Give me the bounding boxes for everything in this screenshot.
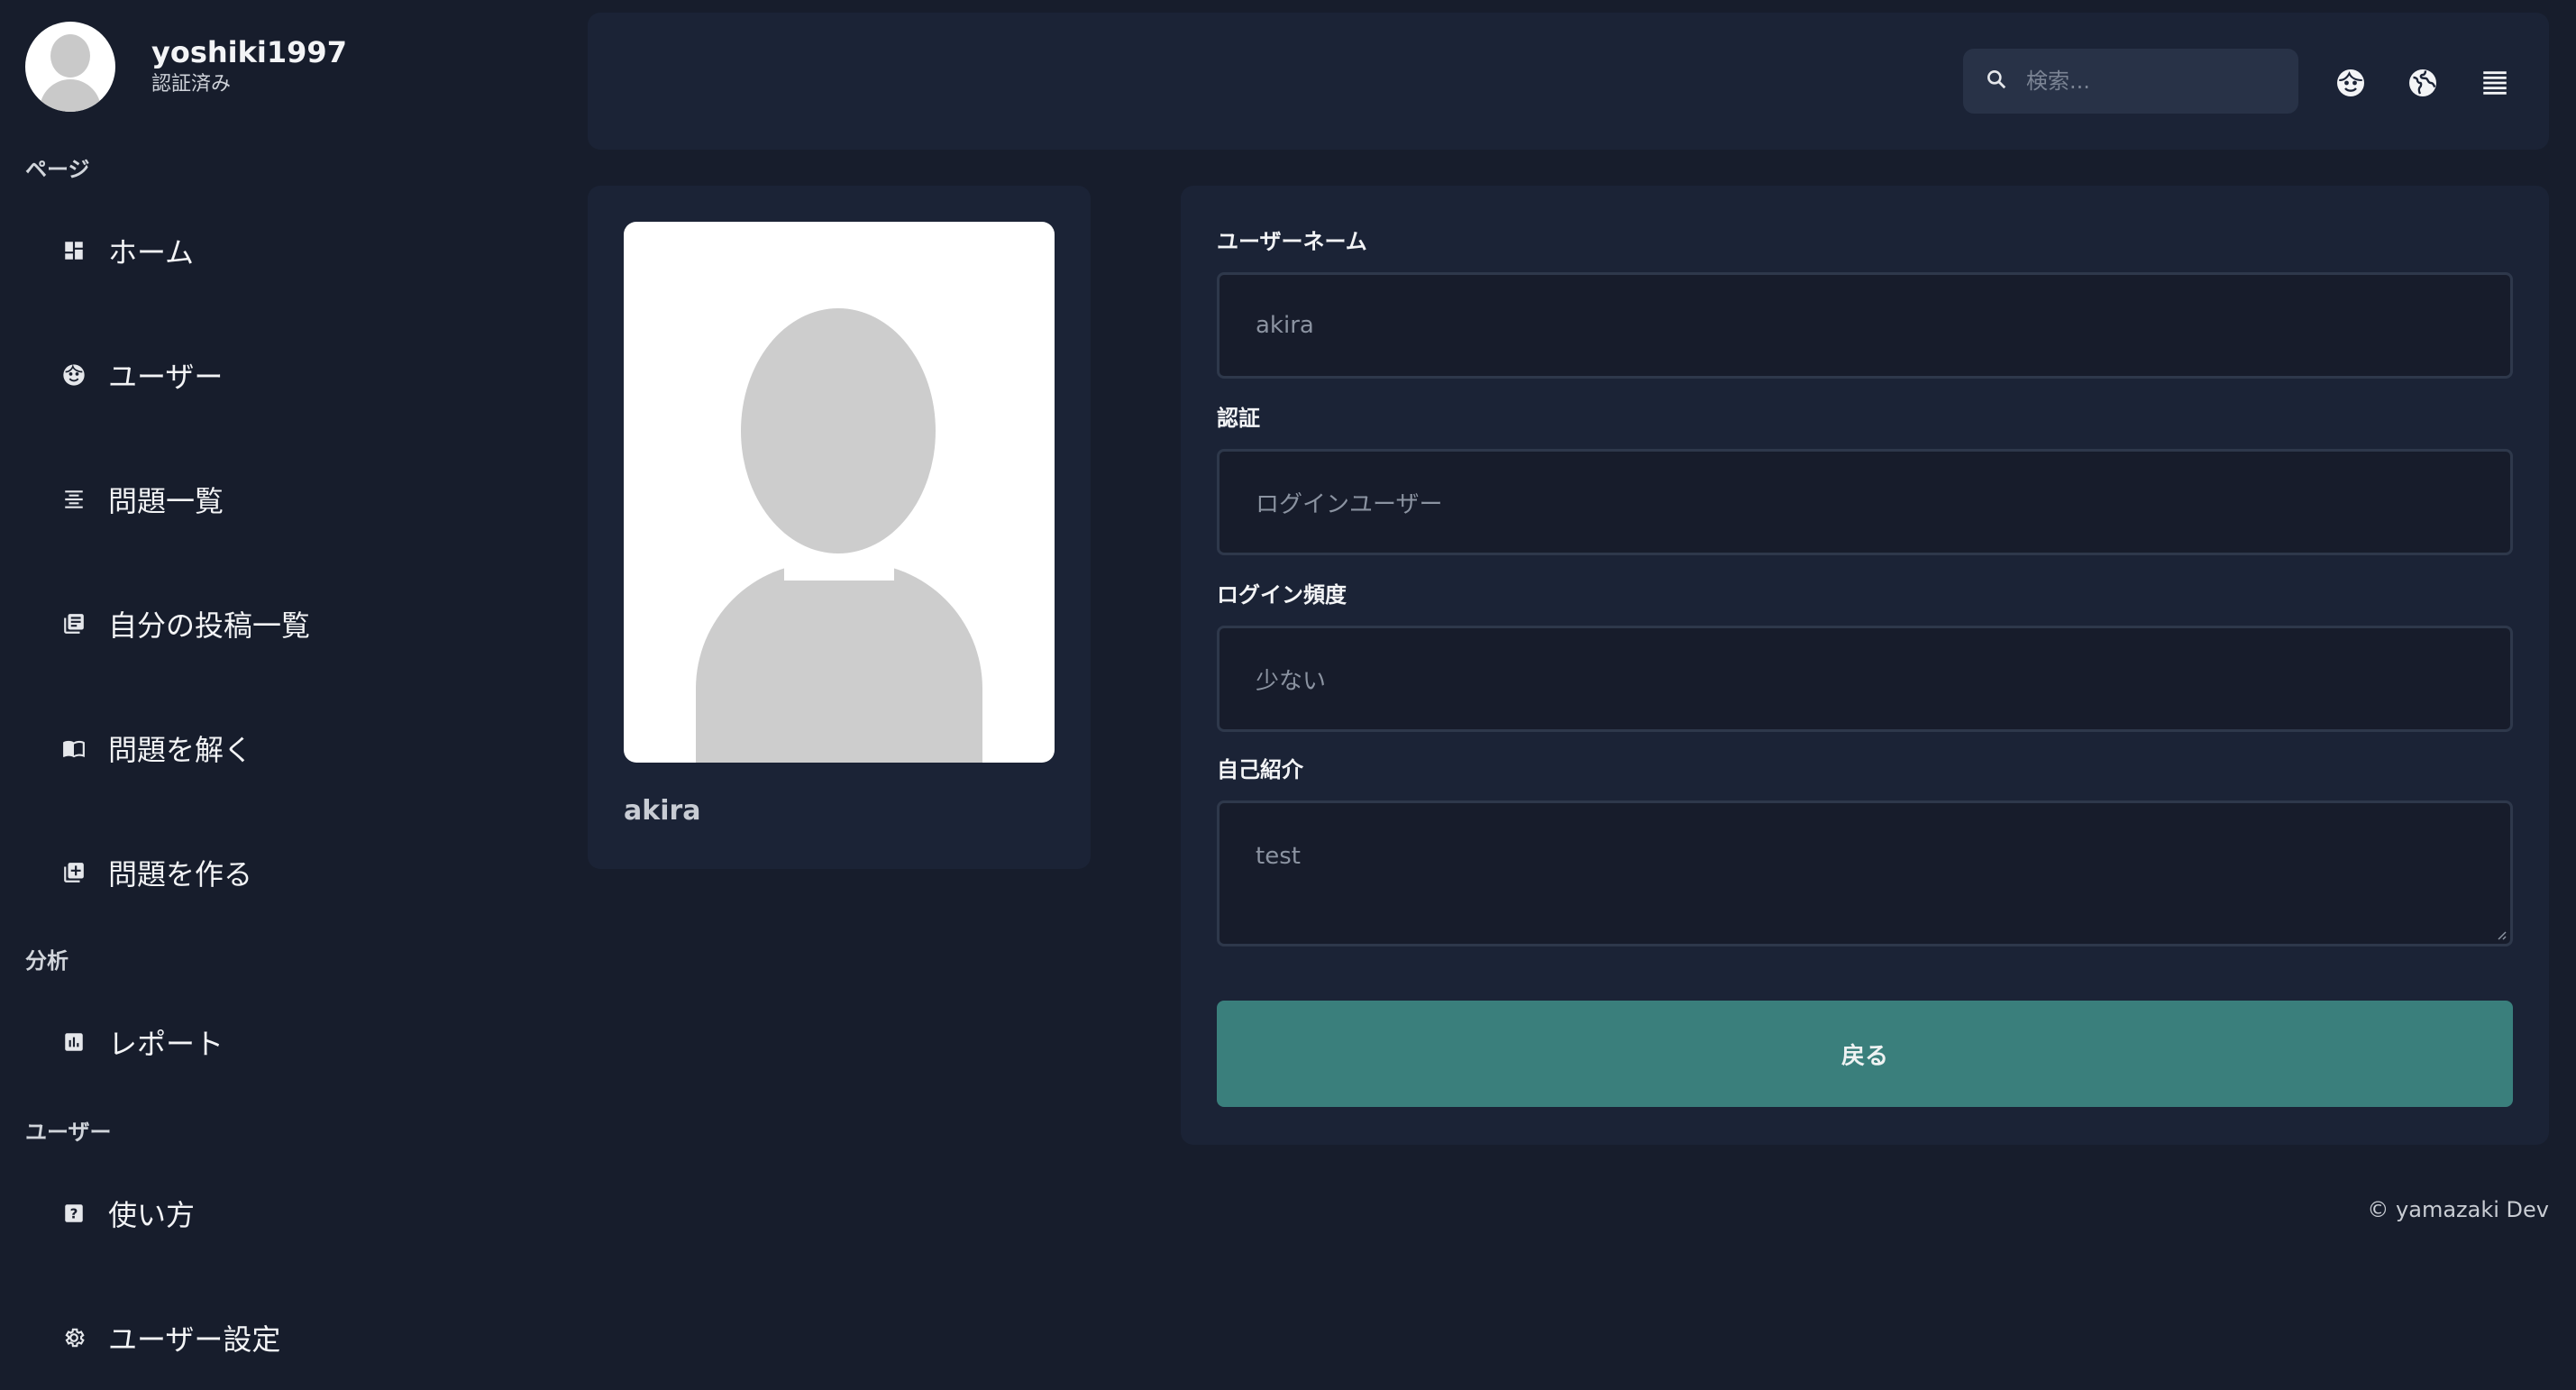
user-name: yoshiki1997	[151, 35, 347, 69]
sidebar-item-create[interactable]: 問題を作る	[61, 847, 252, 898]
bio-label: 自己紹介	[1217, 757, 1303, 782]
face-icon[interactable]	[2334, 67, 2367, 99]
profile-photo	[624, 222, 1055, 763]
sidebar-item-report[interactable]: レポート	[61, 1017, 224, 1067]
library-icon	[61, 611, 87, 636]
section-label-user: ユーザー	[25, 1120, 112, 1145]
bio-textarea[interactable]: test	[1217, 800, 2513, 946]
face-icon	[61, 362, 87, 388]
sidebar-item-howto[interactable]: ? 使い方	[61, 1188, 195, 1239]
search-input[interactable]	[2026, 69, 2297, 94]
add-box-icon	[61, 860, 87, 885]
username-label: ユーザーネーム	[1217, 229, 1367, 254]
sidebar-item-users[interactable]: ユーザー	[61, 350, 223, 400]
auth-field[interactable]: ログインユーザー	[1217, 449, 2513, 555]
sidebar: yoshiki1997 認証済み ページ ホーム ユーザー 問題一覧 自分の投稿…	[0, 0, 577, 1390]
username-field[interactable]: akira	[1217, 272, 2513, 379]
svg-text:?: ?	[70, 1205, 78, 1221]
sidebar-item-problems[interactable]: 問題一覧	[61, 474, 224, 525]
sidebar-item-home[interactable]: ホーム	[61, 225, 194, 276]
resize-grip-icon[interactable]	[2494, 928, 2507, 940]
section-label-pages: ページ	[25, 157, 90, 182]
list-icon	[61, 487, 87, 512]
avatar	[25, 22, 115, 112]
chart-icon	[61, 1029, 87, 1055]
bio-text: test	[1256, 843, 1301, 870]
login-frequency-label: ログイン頻度	[1217, 582, 1347, 608]
app-root: yoshiki1997 認証済み ページ ホーム ユーザー 問題一覧 自分の投稿…	[0, 0, 2576, 1390]
sidebar-item-my-posts[interactable]: 自分の投稿一覧	[61, 599, 310, 649]
menu-icon[interactable]	[2479, 67, 2511, 99]
help-icon: ?	[61, 1201, 87, 1226]
globe-icon[interactable]	[2407, 67, 2439, 99]
profile-card-name: akira	[624, 795, 701, 827]
user-profile[interactable]: yoshiki1997 認証済み	[25, 22, 347, 112]
profile-card: akira	[588, 186, 1091, 869]
login-frequency-field[interactable]: 少ない	[1217, 626, 2513, 732]
user-status: 認証済み	[151, 73, 232, 96]
auth-label: 認証	[1217, 406, 1260, 431]
book-icon	[61, 736, 87, 761]
gear-icon	[61, 1325, 87, 1350]
back-button[interactable]: 戻る	[1217, 1001, 2513, 1107]
section-label-analytics: 分析	[25, 948, 69, 974]
search-box[interactable]	[1963, 49, 2298, 114]
dashboard-icon	[61, 238, 87, 263]
user-detail-form: ユーザーネーム akira 認証 ログインユーザー ログイン頻度 少ない 自己紹…	[1181, 186, 2549, 1145]
search-icon	[1985, 68, 2008, 95]
top-bar	[588, 13, 2549, 150]
sidebar-item-solve[interactable]: 問題を解く	[61, 723, 252, 773]
footer-credit: © yamazaki Dev	[2367, 1197, 2549, 1222]
sidebar-item-settings[interactable]: ユーザー設定	[61, 1312, 280, 1363]
